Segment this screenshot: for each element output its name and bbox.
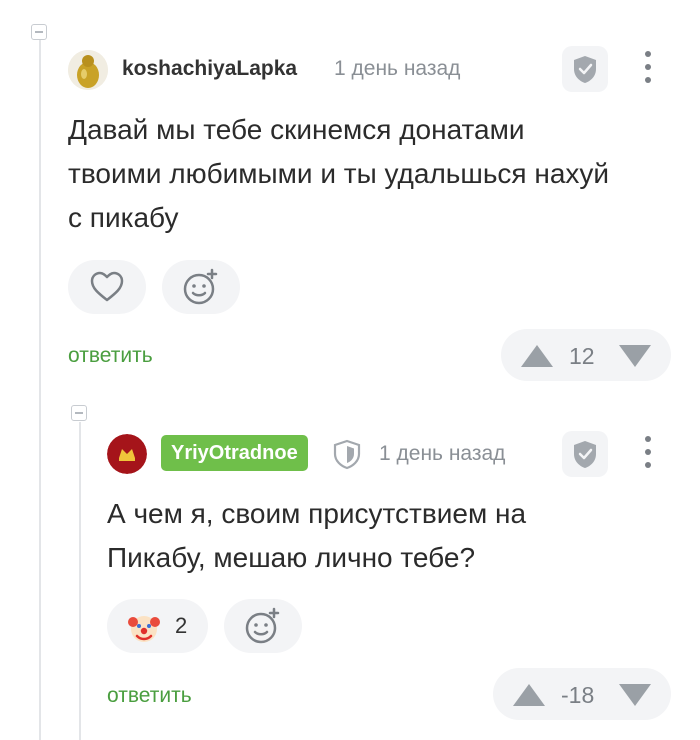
shield-icon bbox=[574, 56, 596, 83]
kebab-menu-icon[interactable] bbox=[643, 51, 653, 85]
add-reaction-icon bbox=[183, 268, 218, 305]
kebab-menu-icon[interactable] bbox=[643, 436, 653, 470]
shield-button[interactable] bbox=[562, 431, 608, 477]
heart-icon bbox=[90, 271, 124, 302]
vote-widget: 12 bbox=[501, 329, 671, 381]
comment-text: Давай мы тебе скинемся донатами твоими л… bbox=[68, 114, 610, 233]
shield-button[interactable] bbox=[562, 46, 608, 92]
reaction-count: 2 bbox=[175, 613, 188, 638]
upvote-icon[interactable] bbox=[521, 345, 553, 367]
timestamp: 1 день назад bbox=[334, 57, 461, 80]
thread-line-reply bbox=[79, 422, 81, 740]
add-reaction-icon bbox=[245, 607, 280, 644]
upvote-icon[interactable] bbox=[513, 684, 545, 706]
reaction-button[interactable]: 2 bbox=[107, 599, 208, 653]
vote-widget: -18 bbox=[493, 668, 671, 720]
collapse-reply-button[interactable] bbox=[71, 405, 87, 421]
rating-count: -18 bbox=[561, 682, 595, 708]
avatar[interactable] bbox=[107, 434, 147, 474]
clown-emoji-icon bbox=[128, 616, 160, 642]
comment-text: А чем я, своим присутствием на Пикабу, м… bbox=[107, 498, 527, 573]
downvote-icon[interactable] bbox=[619, 684, 651, 706]
reply-link[interactable]: ответить bbox=[68, 344, 153, 368]
timestamp: 1 день назад bbox=[379, 442, 506, 465]
add-reaction-button[interactable] bbox=[162, 260, 240, 314]
like-button[interactable] bbox=[68, 260, 146, 314]
downvote-icon[interactable] bbox=[619, 345, 651, 367]
rating-count: 12 bbox=[569, 343, 595, 369]
thread-line-root bbox=[39, 40, 41, 740]
collapse-thread-button[interactable] bbox=[31, 24, 47, 40]
reply-link[interactable]: ответить bbox=[107, 684, 192, 708]
avatar[interactable] bbox=[68, 50, 108, 90]
shield-icon bbox=[574, 441, 596, 468]
verified-shield-icon bbox=[333, 439, 361, 470]
username-badge[interactable]: YriyOtradnoe bbox=[161, 435, 308, 471]
add-reaction-button[interactable] bbox=[224, 599, 302, 653]
username[interactable]: koshachiyaLapka bbox=[122, 57, 297, 81]
